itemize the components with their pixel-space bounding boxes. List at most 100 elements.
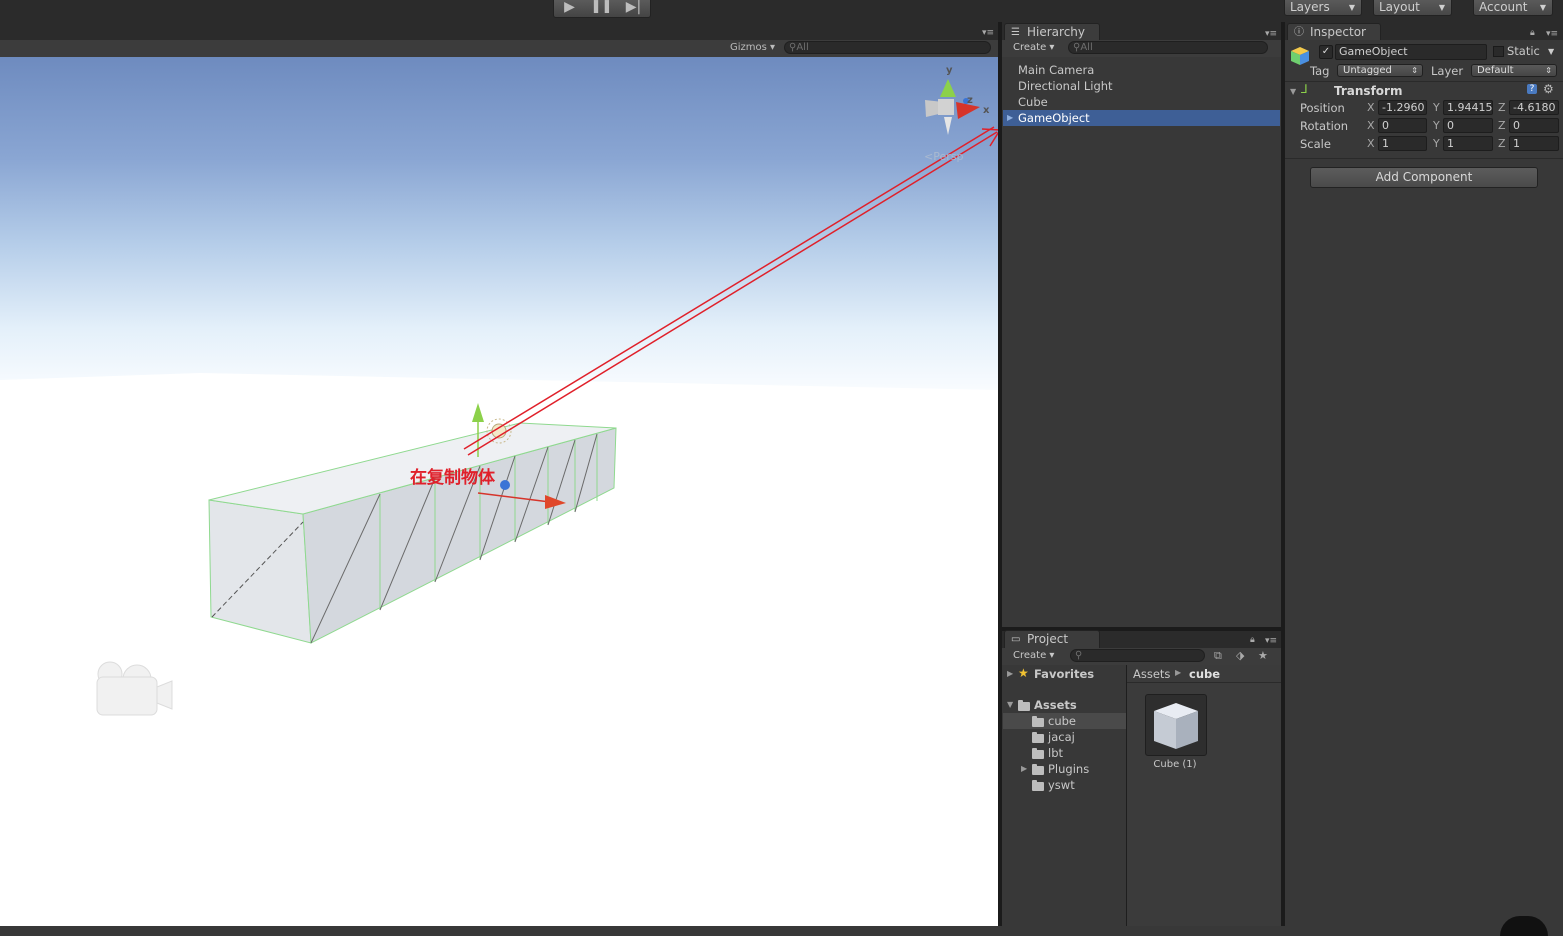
axis-z-label[interactable]: Z — [1498, 119, 1506, 132]
folder-item-cube[interactable]: cube — [1048, 713, 1076, 729]
filter-type-icon[interactable]: ⧉ — [1214, 649, 1222, 663]
favorites-item[interactable]: Favorites — [1034, 666, 1094, 682]
folder-item-plugins[interactable]: Plugins — [1048, 761, 1089, 777]
folder-item-lbt[interactable]: lbt — [1048, 745, 1063, 761]
folder-icon — [1018, 700, 1035, 713]
axis-y-label[interactable]: Y — [1433, 119, 1440, 132]
lock-icon[interactable]: 🔒︎ — [1530, 28, 1535, 38]
account-dropdown[interactable]: Account ▼ — [1473, 0, 1553, 16]
tag-label: Tag — [1310, 64, 1330, 78]
scale-y-field[interactable]: 1 — [1443, 136, 1493, 151]
project-create-button[interactable]: Create ▾ — [1013, 650, 1054, 661]
project-search-input[interactable]: ⚲ — [1070, 649, 1205, 662]
folder-icon — [1032, 732, 1049, 745]
help-icon[interactable]: ? — [1527, 84, 1537, 94]
gear-icon[interactable]: ⚙ — [1543, 82, 1554, 96]
axis-x-label: x — [983, 105, 990, 116]
asset-thumbnail[interactable] — [1145, 694, 1207, 756]
project-toolbar: Create ▾ ⚲ ⧉ ⬗ ★ — [1002, 648, 1281, 666]
persp-label[interactable]: <Persp — [924, 150, 963, 163]
axis-z-label: z — [967, 95, 973, 106]
account-label: Account — [1479, 0, 1528, 14]
layers-label: Layers — [1290, 0, 1330, 14]
tag-dropdown[interactable]: Untagged ⇕ — [1337, 64, 1423, 77]
hierarchy-tab-label: Hierarchy — [1027, 25, 1086, 39]
collapse-arrow-icon[interactable]: ▼ — [1290, 87, 1296, 96]
panel-menu-icon[interactable]: ▾≡ — [982, 28, 994, 38]
chevron-down-icon: ▼ — [1438, 3, 1445, 12]
scene-search-input[interactable]: ⚲All — [784, 41, 991, 54]
axis-y-label[interactable]: Y — [1433, 101, 1440, 114]
scale-z-field[interactable]: 1 — [1509, 136, 1559, 151]
expand-arrow-icon[interactable]: ▶ — [1007, 113, 1013, 122]
scene-toolbar: Gizmos ▾ ⚲All — [0, 40, 998, 58]
breadcrumb-current[interactable]: cube — [1189, 667, 1220, 681]
tag-icon[interactable]: ⬗ — [1236, 649, 1244, 662]
hierarchy-create-label: Create — [1013, 42, 1047, 53]
position-z-field[interactable]: -4.6180 — [1509, 100, 1559, 115]
panel-menu-icon[interactable]: ▾≡ — [1265, 636, 1277, 646]
folder-icon — [1032, 748, 1049, 761]
rotation-z-field[interactable]: 0 — [1509, 118, 1559, 133]
folder-icon: ▭ — [1011, 634, 1021, 645]
axis-x-label[interactable]: X — [1367, 137, 1375, 150]
active-checkbox[interactable]: ✓ — [1319, 45, 1333, 59]
rotation-y-field[interactable]: 0 — [1443, 118, 1493, 133]
star-icon: ★ — [1018, 666, 1029, 680]
annotation-text: 在复制物体 — [410, 468, 495, 488]
hierarchy-item-gameobject[interactable]: GameObject — [1018, 110, 1090, 126]
hierarchy-search-input[interactable]: ⚲All — [1068, 41, 1268, 54]
tab-hierarchy[interactable]: ☰ Hierarchy — [1004, 23, 1100, 41]
pause-icon[interactable]: ❚❚ — [586, 0, 617, 14]
chevron-down-icon: ▼ — [1539, 3, 1546, 12]
asset-label[interactable]: Cube (1) — [1145, 759, 1205, 770]
hierarchy-item-main-camera[interactable]: Main Camera — [1018, 62, 1094, 78]
panel-menu-icon[interactable]: ▾≡ — [1546, 29, 1558, 39]
chevron-down-icon: ▼ — [1348, 3, 1355, 12]
axis-z-label[interactable]: Z — [1498, 137, 1506, 150]
lock-icon[interactable]: 🔒︎ — [1250, 635, 1255, 645]
hierarchy-item-cube[interactable]: Cube — [1018, 94, 1048, 110]
play-icon[interactable]: ▶ — [554, 0, 585, 15]
axis-z-label[interactable]: Z — [1498, 101, 1506, 114]
folder-icon — [1032, 716, 1049, 729]
collapse-arrow-icon[interactable]: ▼ — [1007, 700, 1013, 709]
add-component-button[interactable]: Add Component — [1310, 167, 1538, 188]
position-y-field[interactable]: 1.94415 — [1443, 100, 1493, 115]
expand-arrow-icon[interactable]: ▶ — [1021, 764, 1027, 773]
hierarchy-create-button[interactable]: Create ▾ — [1013, 42, 1054, 53]
rotation-x-field[interactable]: 0 — [1378, 118, 1427, 133]
scale-x-field[interactable]: 1 — [1378, 136, 1427, 151]
gizmos-label: Gizmos — [730, 42, 767, 53]
scale-label: Scale — [1300, 137, 1331, 151]
folder-item-yswt[interactable]: yswt — [1048, 777, 1075, 793]
gizmos-dropdown[interactable]: Gizmos ▾ — [730, 42, 775, 53]
assets-root-item[interactable]: Assets — [1034, 697, 1077, 713]
layers-dropdown[interactable]: Layers ▼ — [1284, 0, 1362, 16]
scene-viewport[interactable]: y z x <Persp — [0, 57, 998, 926]
axis-y-label[interactable]: Y — [1433, 137, 1440, 150]
expand-arrow-icon[interactable]: ▶ — [1007, 669, 1013, 678]
panel-menu-icon[interactable]: ▾≡ — [1265, 29, 1277, 39]
static-checkbox[interactable] — [1493, 46, 1504, 57]
layer-dropdown[interactable]: Default ⇕ — [1471, 64, 1557, 77]
main-toolbar: ▶ ❚❚ ▶| Layers ▼ Layout ▼ Account ▼ — [0, 0, 1563, 22]
object-name-field[interactable]: GameObject — [1335, 44, 1487, 60]
axis-x-label[interactable]: X — [1367, 119, 1375, 132]
folder-item-jacaj[interactable]: jacaj — [1048, 729, 1075, 745]
layout-dropdown[interactable]: Layout ▼ — [1373, 0, 1452, 16]
axis-x-label[interactable]: X — [1367, 101, 1375, 114]
hierarchy-item-directional-light[interactable]: Directional Light — [1018, 78, 1113, 94]
scene-geometry — [0, 79, 998, 926]
position-x-field[interactable]: -1.2960 — [1378, 100, 1427, 115]
tab-inspector[interactable]: ⓘ Inspector — [1287, 23, 1381, 41]
step-icon[interactable]: ▶| — [618, 0, 649, 15]
tab-project[interactable]: ▭ Project — [1004, 630, 1100, 648]
breadcrumb-root[interactable]: Assets — [1133, 667, 1170, 681]
gameobject-icon — [1291, 47, 1309, 65]
chevron-down-icon[interactable]: ▼ — [1548, 47, 1554, 56]
tag-value: Untagged — [1343, 65, 1392, 76]
scene-tab-strip: ▾≡ — [0, 22, 998, 40]
playback-controls: ▶ ❚❚ ▶| — [553, 0, 651, 18]
star-icon[interactable]: ★ — [1258, 649, 1268, 662]
